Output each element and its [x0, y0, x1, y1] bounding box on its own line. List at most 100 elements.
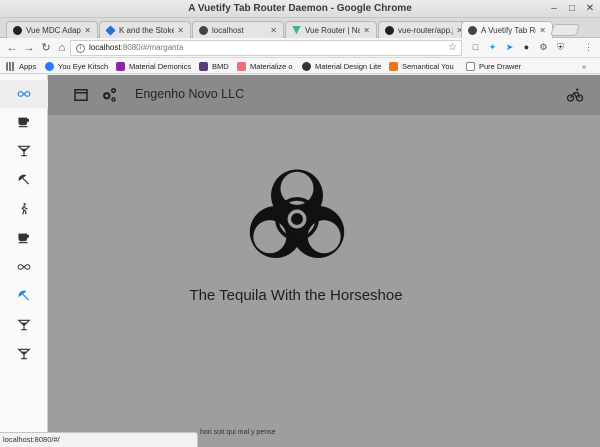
close-tab-icon[interactable]: ✕	[177, 26, 184, 35]
close-tab-icon[interactable]: ✕	[270, 26, 277, 35]
drawer-item[interactable]	[0, 282, 48, 310]
bookmark-materialize[interactable]: Materialize o	[237, 60, 293, 72]
close-tab-icon[interactable]: ✕	[84, 26, 91, 35]
github-icon	[13, 25, 22, 35]
main-content: The Tequila With the Horseshoe hori soit…	[48, 115, 600, 447]
status-bubble: localhost:8080/#/	[0, 432, 198, 447]
bookmark-mdl[interactable]: Material Design Lite	[302, 60, 381, 72]
pocket-icon[interactable]: □	[470, 42, 481, 53]
bookmark-label: You Eye Kitsch	[58, 61, 109, 71]
window-controls: – □ ✕	[548, 3, 596, 15]
browser-toolbar: ← → ↻ ⌂ i localhost:8080/#/marganta ☆ □ …	[0, 38, 600, 58]
bookmark-pure-drawer[interactable]: Pure Drawer	[466, 60, 521, 72]
address-bar[interactable]: i localhost:8080/#/marganta ☆	[70, 40, 462, 56]
shield-icon[interactable]: ⛨	[555, 42, 566, 53]
browser-tab[interactable]: Vue Router | Na ✕	[285, 21, 377, 38]
bookmark-label: Apps	[19, 61, 37, 71]
refresh-icon	[45, 61, 54, 71]
drawer-item[interactable]	[0, 166, 48, 194]
home-icon[interactable]: ⌂	[55, 41, 69, 55]
vue-devtools-icon[interactable]: ●	[521, 42, 532, 53]
browser-tab-active[interactable]: A Vuetify Tab Ro ✕	[461, 21, 553, 38]
bookmark-apps[interactable]: Apps	[6, 60, 36, 72]
coffee-icon	[18, 233, 29, 244]
app-toolbar: Engenho Novo LLC	[48, 75, 600, 115]
bookmark-bmd[interactable]: BMD	[199, 60, 229, 72]
window-title: A Vuetify Tab Router Daemon - Google Chr…	[188, 3, 412, 14]
drawer-item[interactable]	[0, 80, 48, 108]
page-headline: The Tequila With the Horseshoe	[189, 287, 403, 304]
drawer-item[interactable]	[0, 224, 48, 252]
app-title: Engenho Novo LLC	[135, 87, 245, 101]
drawer-item[interactable]	[0, 253, 48, 281]
drawer-item[interactable]	[0, 340, 48, 368]
tab-strip: Vue MDC Adapte ✕ K and the Stoke ✕ local…	[0, 18, 600, 38]
vue-icon	[292, 25, 301, 35]
bookmark-star-icon[interactable]: ☆	[448, 41, 457, 55]
footer-motto: hori soit qui mal y pense	[200, 429, 276, 436]
browser-window: A Vuetify Tab Router Daemon - Google Chr…	[0, 0, 600, 447]
title-bar: A Vuetify Tab Router Daemon - Google Chr…	[0, 0, 600, 18]
vuetify-icon	[105, 24, 116, 36]
maximize-button[interactable]: □	[566, 3, 578, 15]
bookmark-semantical-you[interactable]: Semantical You	[389, 60, 454, 72]
stylus-icon[interactable]: ⚙	[538, 42, 549, 53]
bookmark-label: Materialize o	[250, 61, 293, 71]
drawer-item[interactable]	[0, 137, 48, 165]
bookmarks-overflow-icon[interactable]: »	[582, 60, 586, 72]
tab-label: vue-router/app.j	[398, 25, 454, 35]
tab-label: localhost	[212, 25, 244, 35]
tab-label: Vue MDC Adapte	[26, 25, 81, 35]
back-arrow-icon[interactable]: ←	[5, 41, 19, 55]
coffee-icon	[18, 117, 29, 128]
bookmark-label: BMD	[212, 61, 229, 71]
settings-icon[interactable]	[100, 86, 118, 104]
biohazard-icon	[199, 25, 208, 35]
bookmark-you-eye-kitsch[interactable]: You Eye Kitsch	[45, 60, 108, 72]
cocktail-icon	[17, 145, 31, 157]
address-path: :8080/#/marganta	[120, 43, 184, 52]
github-icon	[385, 25, 394, 35]
app-viewport: Engenho Novo LLC The Tequila With the Ho…	[0, 75, 600, 447]
infinity-icon	[17, 91, 31, 97]
cocktail-icon	[17, 348, 31, 360]
drawer-item[interactable]	[0, 195, 48, 223]
browser-tab[interactable]: vue-router/app.j ✕	[378, 21, 470, 38]
biohazard-icon	[468, 25, 477, 35]
s-icon	[389, 61, 398, 71]
biohazard-icon	[249, 169, 345, 258]
m-icon	[237, 61, 246, 71]
bookmark-label: Semantical You	[402, 61, 454, 71]
twitter-icon[interactable]: ✦	[487, 42, 498, 53]
page-icon	[466, 61, 475, 71]
bookmarks-bar: Apps You Eye Kitsch Material Demonics BM…	[0, 58, 600, 74]
bookmark-label: Pure Drawer	[479, 61, 522, 71]
close-tab-icon[interactable]: ✕	[363, 26, 370, 35]
minimize-button[interactable]: –	[548, 3, 560, 15]
browser-tab[interactable]: localhost ✕	[192, 21, 284, 38]
extension-arrow-icon[interactable]: ➤	[504, 42, 515, 53]
close-tab-icon[interactable]: ✕	[539, 26, 546, 35]
close-button[interactable]: ✕	[584, 3, 596, 15]
forward-arrow-icon[interactable]: →	[22, 41, 36, 55]
bike-icon[interactable]	[566, 86, 584, 104]
reload-icon[interactable]: ↻	[39, 41, 53, 55]
browser-tab[interactable]: Vue MDC Adapte ✕	[6, 21, 98, 38]
drawer-item[interactable]	[0, 108, 48, 136]
address-host: localhost	[89, 43, 121, 52]
info-icon[interactable]: i	[76, 44, 85, 53]
tab-label: Vue Router | Na	[305, 25, 361, 35]
walk-icon	[21, 203, 28, 215]
tab-label: A Vuetify Tab Ro	[481, 25, 537, 35]
chrome-menu-icon[interactable]: ⋮	[583, 42, 594, 53]
purple-square-icon	[116, 61, 125, 71]
mdl-icon	[302, 61, 311, 71]
cocktail-icon	[17, 319, 31, 331]
tab-label: K and the Stoke	[119, 25, 175, 35]
bookmark-label: Material Demonics	[129, 61, 192, 71]
browser-tab[interactable]: K and the Stoke ✕	[99, 21, 191, 38]
web-icon[interactable]	[72, 86, 90, 104]
drawer-item[interactable]	[0, 311, 48, 339]
new-tab-button[interactable]	[550, 24, 580, 36]
bookmark-material-demonics[interactable]: Material Demonics	[116, 60, 191, 72]
